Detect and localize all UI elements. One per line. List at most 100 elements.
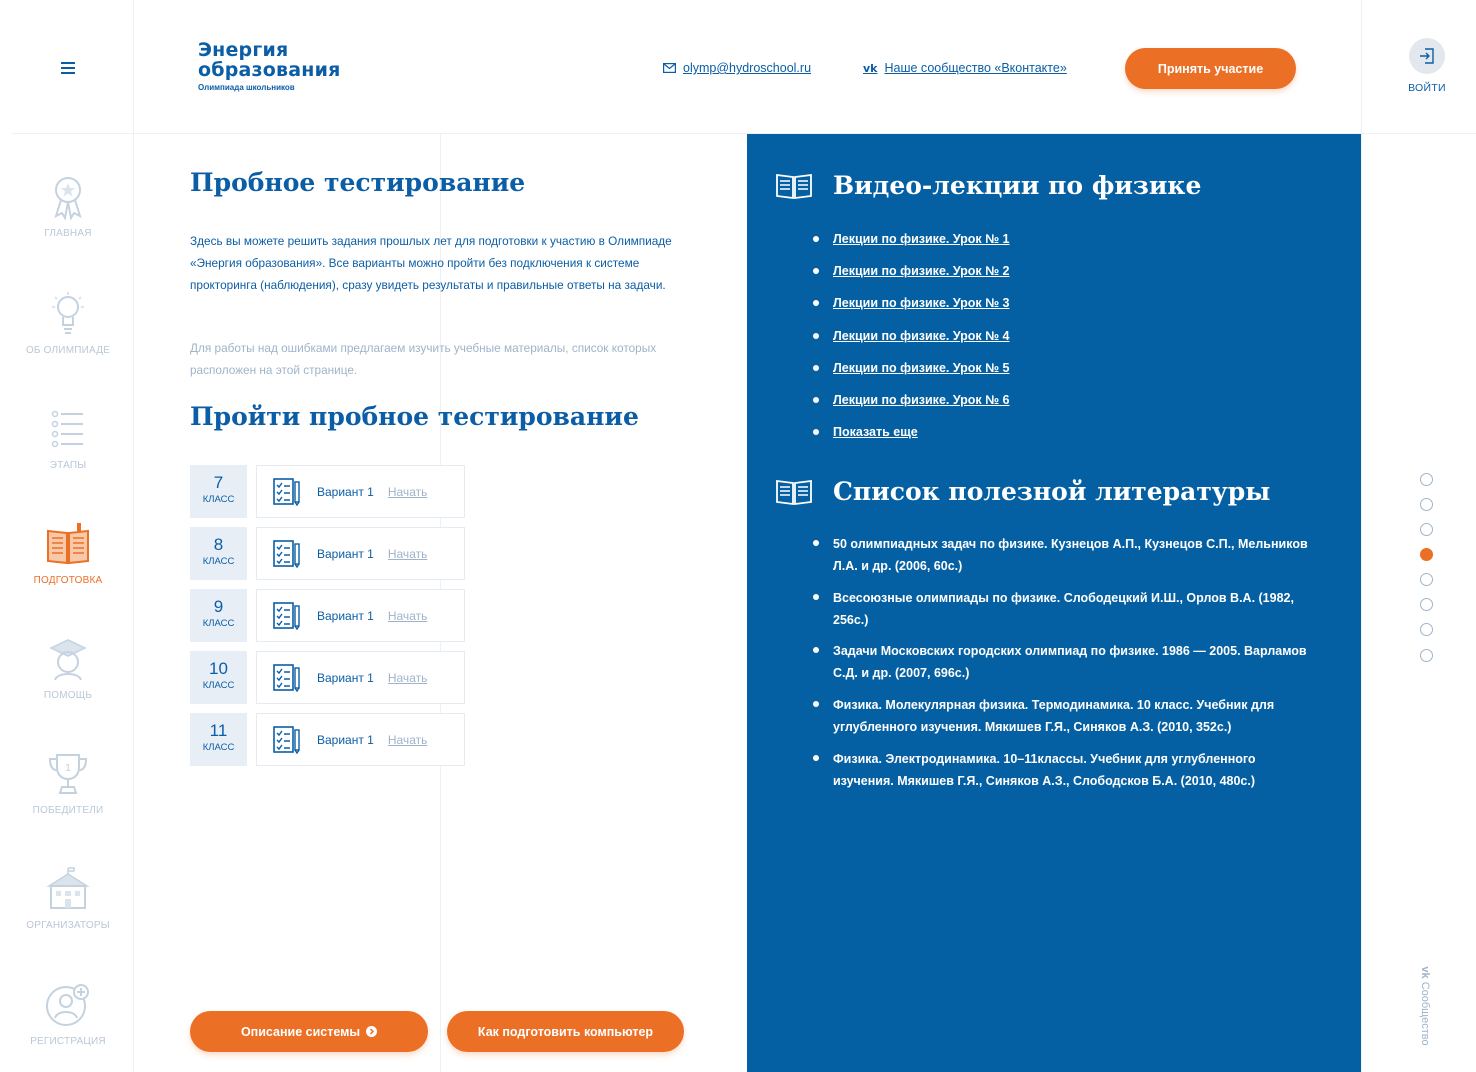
bullet [813, 236, 819, 242]
lecture-link[interactable]: Лекции по физике. Урок № 2 [833, 264, 1010, 278]
bullet [813, 300, 819, 306]
test-document-icon [273, 477, 300, 506]
participate-button[interactable]: Принять участие [1125, 48, 1296, 89]
section-dot[interactable] [1420, 473, 1433, 486]
lecture-link[interactable]: Лекции по физике. Урок № 1 [833, 232, 1010, 246]
vk-icon: vk [1419, 966, 1431, 982]
nav-label: ОРГАНИЗАТОРЫ [26, 920, 110, 931]
grid-line [1361, 0, 1362, 1072]
nav-label: ОБ ОЛИМПИАДЕ [25, 345, 111, 356]
literature-item: Физика. Электродинамика. 10–11классы. Уч… [833, 752, 1256, 788]
grade-number: 9 [213, 597, 224, 616]
nav-item-organizers[interactable]: ОРГАНИЗАТОРЫ [14, 864, 122, 931]
login-button[interactable]: ВОЙТИ [1400, 38, 1454, 94]
section-dot-active[interactable] [1420, 548, 1433, 561]
bullet [813, 268, 819, 274]
variant-name: Вариант 1 [317, 546, 374, 561]
section-dot[interactable] [1420, 598, 1433, 611]
nav-label: ПОДГОТОВКА [33, 575, 103, 586]
logo-line-1: Энергия [198, 39, 289, 61]
start-link[interactable]: Начать [388, 485, 428, 499]
literature-item: Всесоюзные олимпиады по физике. Слободец… [833, 591, 1294, 627]
bullet [813, 365, 819, 371]
variant-card: Вариант 1 Начать [256, 527, 465, 580]
variant-card: Вариант 1 Начать [256, 589, 465, 642]
variant-name: Вариант 1 [317, 670, 374, 685]
nav-item-stages[interactable]: ЭТАПЫ [14, 404, 122, 471]
trophy-icon: 1 [48, 754, 88, 794]
logo-line-2: образования [198, 59, 341, 81]
lecture-link[interactable]: Лекции по физике. Урок № 6 [833, 393, 1010, 407]
test-document-icon [273, 601, 300, 630]
materials-panel: Видео-лекции по физике Лекции по физике.… [747, 134, 1361, 1072]
user-add-icon [46, 984, 89, 1026]
open-book-icon [776, 173, 812, 200]
bullet [813, 647, 819, 653]
show-more-link[interactable]: Показать еще [833, 425, 918, 439]
lecture-link[interactable]: Лекции по физике. Урок № 3 [833, 296, 1010, 310]
bullet [813, 397, 819, 403]
community-label: Сообщество [1419, 981, 1431, 1046]
community-link[interactable]: vk Сообщество [1419, 946, 1431, 1066]
intro-note: Для работы над ошибками предлагаем изучи… [190, 341, 657, 377]
start-link[interactable]: Начать [388, 547, 428, 561]
arrow-circle-icon [366, 1026, 378, 1037]
literature-section-title: Список полезной литературы [833, 477, 1271, 506]
vk-icon: vk [863, 61, 878, 75]
nav-item-help[interactable]: ПОМОЩЬ [14, 634, 122, 701]
grade-label: КЛАСС [202, 556, 235, 567]
grade-label: КЛАСС [202, 494, 235, 505]
literature-item: Задачи Московских городских олимпиад по … [833, 644, 1307, 680]
grade-badge: 7 КЛАСС [190, 465, 247, 518]
test-document-icon [273, 725, 300, 754]
grade-badge: 10 КЛАСС [190, 651, 247, 704]
variant-name: Вариант 1 [317, 732, 374, 747]
section-dot[interactable] [1420, 623, 1433, 636]
literature-item: Физика. Молекулярная физика. Термодинами… [833, 698, 1275, 734]
logo[interactable]: Энергия образования Олимпиада школьников [198, 40, 341, 92]
nav-item-home[interactable]: ГЛАВНАЯ [14, 172, 122, 239]
bullet [813, 594, 819, 600]
start-link[interactable]: Начать [388, 671, 428, 685]
grade-badge: 11 КЛАСС [190, 713, 247, 766]
grade-label: КЛАСС [202, 742, 235, 753]
school-building-icon [46, 867, 90, 909]
grid-line [133, 0, 134, 1072]
section-dot[interactable] [1420, 649, 1433, 662]
lecture-link[interactable]: Лекции по физике. Урок № 5 [833, 361, 1010, 375]
lecture-link[interactable]: Лекции по физике. Урок № 4 [833, 329, 1010, 343]
variant-name: Вариант 1 [317, 484, 374, 499]
nav-item-about[interactable]: ОБ ОЛИМПИАДЕ [14, 289, 122, 356]
section-dot[interactable] [1420, 523, 1433, 536]
menu-icon[interactable] [61, 62, 75, 74]
logo-subtitle: Олимпиада школьников [198, 83, 295, 92]
nav-item-registration[interactable]: РЕГИСТРАЦИЯ [14, 980, 122, 1047]
variant-name: Вариант 1 [317, 608, 374, 623]
section-dot[interactable] [1420, 573, 1433, 586]
system-description-button[interactable]: Описание системы [190, 1011, 428, 1052]
nav-label: ПОМОЩЬ [43, 690, 93, 701]
test-document-icon [273, 663, 300, 692]
section-dot[interactable] [1420, 498, 1433, 511]
test-section-title: Пройти пробное тестирование [190, 402, 639, 431]
nav-label: ЭТАПЫ [49, 460, 87, 471]
variant-card: Вариант 1 Начать [256, 465, 465, 518]
variant-card: Вариант 1 Начать [256, 713, 465, 766]
grade-badge: 8 КЛАСС [190, 527, 247, 580]
start-link[interactable]: Начать [388, 609, 428, 623]
literature-item: 50 олимпиадных задач по физике. Кузнецов… [833, 537, 1308, 573]
test-document-icon [273, 539, 300, 568]
bullet [813, 755, 819, 761]
email-link[interactable]: olymp@hydroschool.ru [663, 61, 811, 75]
vk-text: Наше сообщество «Вконтакте» [884, 61, 1067, 75]
mail-icon [663, 63, 676, 73]
prepare-computer-button[interactable]: Как подготовить компьютер [447, 1011, 684, 1052]
start-link[interactable]: Начать [388, 733, 428, 747]
login-label: ВОЙТИ [1408, 82, 1446, 94]
vk-link[interactable]: vk Наше сообщество «Вконтакте» [863, 61, 1067, 75]
nav-item-winners[interactable]: 1 ПОБЕДИТЕЛИ [14, 749, 122, 816]
grade-number: 11 [209, 721, 228, 740]
book-icon [47, 523, 89, 565]
star-medal-icon [54, 177, 82, 221]
nav-item-preparation[interactable]: ПОДГОТОВКА [14, 519, 122, 586]
